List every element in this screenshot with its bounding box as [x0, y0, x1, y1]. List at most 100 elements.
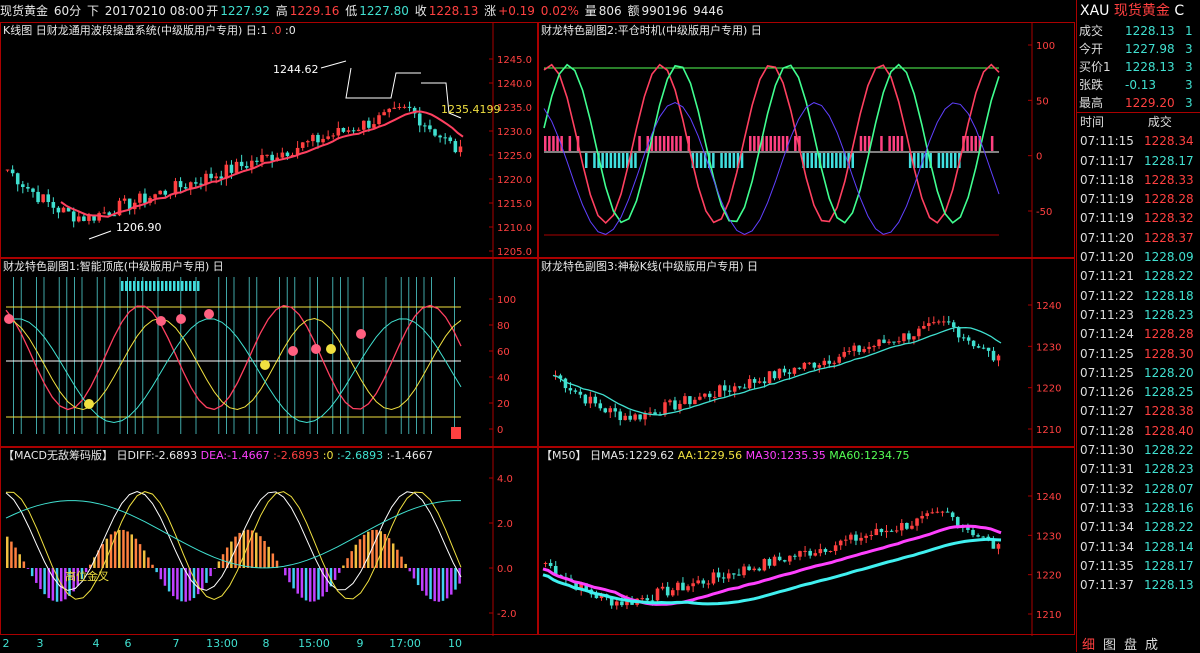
tick-price: 1228.22 [1144, 520, 1194, 534]
signal-bar [145, 281, 148, 291]
tick-row[interactable]: 07:11:201228.37 [1077, 229, 1200, 248]
signal-bar [663, 136, 666, 151]
tick-row[interactable]: 07:11:351228.17 [1077, 557, 1200, 576]
candle-body [240, 162, 244, 166]
tick-row[interactable]: 07:11:191228.32 [1077, 209, 1200, 228]
macd-bar [288, 568, 291, 582]
y-tick-label: 100 [1036, 41, 1055, 52]
candle-body [179, 181, 183, 187]
candle-body [829, 551, 833, 552]
tick-time: 07:11:34 [1080, 538, 1144, 557]
tick-time: 07:11:19 [1080, 209, 1144, 228]
quote-row-label: 成交 [1079, 22, 1125, 40]
sub1-top-bottom-panel[interactable]: 财龙特色副图1:智能顶底(中级版用户专用) 日 100806040200 [0, 258, 538, 447]
candle-body [153, 194, 157, 198]
tick-list[interactable]: 07:11:151228.3407:11:171228.1707:11:1812… [1077, 132, 1200, 595]
tick-row[interactable]: 07:11:181228.33 [1077, 171, 1200, 190]
signal-bar [860, 136, 863, 151]
macd-bar [392, 543, 395, 568]
tick-row[interactable]: 07:11:171228.17 [1077, 152, 1200, 171]
candle-body [738, 386, 741, 387]
tick-time: 07:11:30 [1080, 441, 1144, 460]
signal-bar [835, 153, 838, 168]
side-tab[interactable]: 图 [1103, 638, 1118, 653]
ma-panel[interactable]: 【M50】 日MA5:1229.62 AA:1229.56 MA30:1235.… [538, 447, 1075, 635]
candle-body [459, 147, 463, 153]
tick-row[interactable]: 07:11:231228.23 [1077, 306, 1200, 325]
candle-body [235, 162, 239, 173]
tick-row[interactable]: 07:11:261228.25 [1077, 383, 1200, 402]
signal-bar [888, 136, 891, 151]
macd-bar [106, 539, 109, 568]
tick-price: 1228.17 [1144, 559, 1194, 573]
signal-bar [671, 136, 674, 151]
tick-time: 07:11:34 [1080, 518, 1144, 537]
x-tick-label: 8 [263, 637, 270, 650]
macd-bar [309, 568, 312, 602]
candle-body [372, 124, 376, 128]
candle-body [862, 349, 865, 352]
candle-body [454, 141, 458, 152]
tick-row[interactable]: 07:11:321228.07 [1077, 480, 1200, 499]
signal-bar [753, 136, 756, 151]
x-tick-label: 4 [93, 637, 100, 650]
signal-bar [946, 153, 949, 168]
tick-row[interactable]: 07:11:301228.22 [1077, 441, 1200, 460]
candle-body [11, 170, 15, 174]
tick-row[interactable]: 07:11:341228.14 [1077, 538, 1200, 557]
tick-row[interactable]: 07:11:251228.30 [1077, 345, 1200, 364]
quote-row-label: 今开 [1079, 40, 1125, 58]
macd-bar [118, 530, 121, 568]
macd-bar [180, 568, 183, 601]
period-label[interactable]: 60分 [54, 4, 81, 18]
candle-body [613, 408, 616, 411]
candle-body [803, 363, 806, 369]
tick-row[interactable]: 07:11:331228.16 [1077, 499, 1200, 518]
tick-row[interactable]: 07:11:221228.18 [1077, 287, 1200, 306]
candle-body [922, 326, 925, 329]
sub2-exit-timing-panel[interactable]: 财龙特色副图2:平仓时机(中级版用户专用) 日 100500-50 [538, 22, 1075, 258]
side-tab[interactable]: 成 [1145, 638, 1160, 653]
candle-body [681, 583, 685, 591]
tick-row[interactable]: 07:11:281228.40 [1077, 422, 1200, 441]
candle-body [698, 397, 701, 400]
side-tab[interactable]: 盘 [1124, 638, 1139, 653]
side-tab[interactable]: 细 [1082, 638, 1097, 653]
main-kline-panel[interactable]: K线图 日财龙通用波段操盘系统(中级版用户专用) 日:1 .0 :0 1245.… [0, 22, 538, 258]
ma-chart: 1240123012201210 [539, 448, 1076, 636]
candle-body [997, 356, 1000, 361]
signal-bar [606, 153, 609, 168]
candle-body [932, 322, 935, 323]
tick-row[interactable]: 07:11:191228.28 [1077, 190, 1200, 209]
candle-body [753, 379, 756, 383]
tick-row[interactable]: 07:11:341228.22 [1077, 518, 1200, 537]
tick-row[interactable]: 07:11:201228.09 [1077, 248, 1200, 267]
macd-bar [209, 568, 212, 576]
macd-bar [35, 568, 38, 583]
tick-row[interactable]: 07:11:211228.22 [1077, 267, 1200, 286]
candle-body [604, 408, 607, 412]
open-value: 1227.92 [220, 4, 270, 18]
tick-time: 07:11:19 [1080, 190, 1144, 209]
tick-row[interactable]: 07:11:251228.20 [1077, 364, 1200, 383]
candle-body [890, 531, 894, 532]
tick-row[interactable]: 07:11:371228.13 [1077, 576, 1200, 595]
y-tick-label: -50 [1036, 207, 1052, 218]
tick-row[interactable]: 07:11:151228.34 [1077, 132, 1200, 151]
tick-price: 1228.37 [1144, 231, 1194, 245]
y-tick-label: 20 [497, 399, 510, 410]
macd-panel[interactable]: 【MACD无敌筹码版】 日DIFF:-2.6893 DEA:-1.4667 :-… [0, 447, 538, 635]
tick-price: 1228.14 [1144, 540, 1194, 554]
tick-row[interactable]: 07:11:271228.38 [1077, 402, 1200, 421]
side-tabs[interactable]: 细图盘成 [1082, 634, 1166, 653]
candle-body [703, 394, 706, 397]
tick-time: 07:11:27 [1080, 402, 1144, 421]
tick-row[interactable]: 07:11:241228.28 [1077, 325, 1200, 344]
tick-price: 1228.40 [1144, 424, 1194, 438]
tick-price: 1228.23 [1144, 462, 1194, 476]
candle-body [26, 187, 30, 189]
sub3-mystery-kline-panel[interactable]: 财龙特色副图3:神秘K线(中级版用户专用) 日 1240123012201210 [538, 258, 1075, 447]
candle-body [633, 414, 636, 419]
tick-row[interactable]: 07:11:311228.23 [1077, 460, 1200, 479]
signal-bar [667, 136, 670, 151]
